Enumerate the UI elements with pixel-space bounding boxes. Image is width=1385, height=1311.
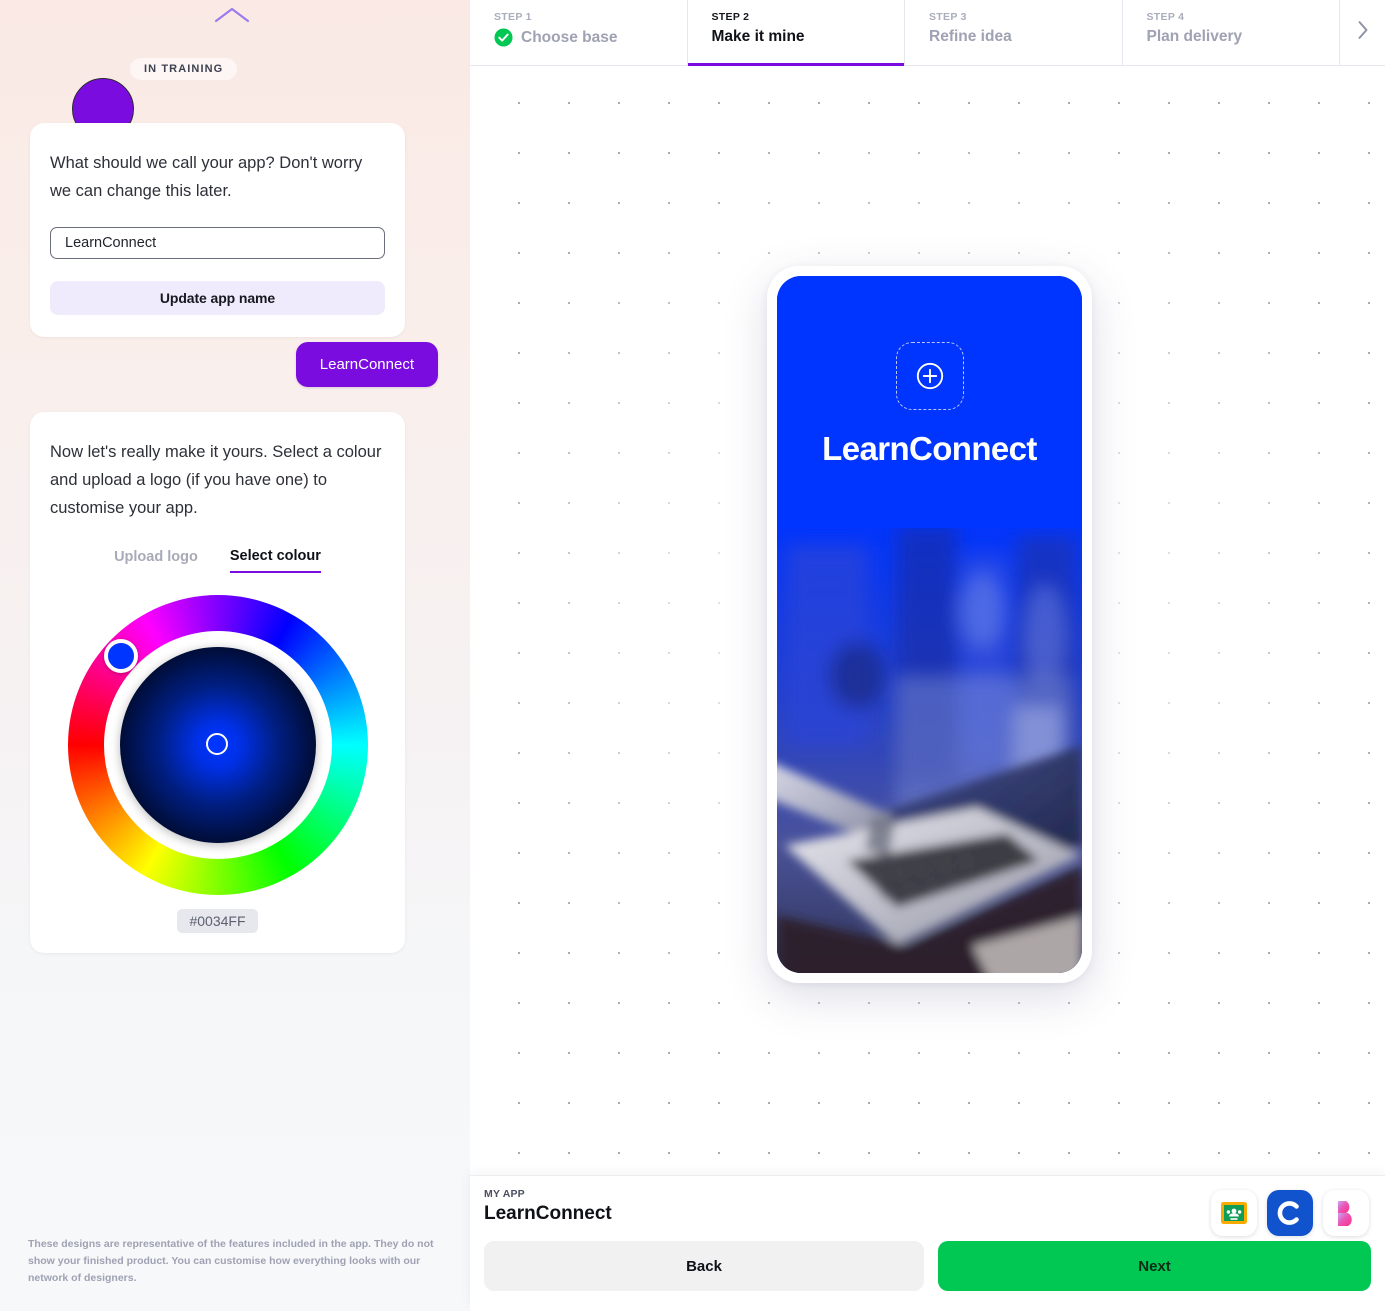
saturation-value-handle[interactable]	[205, 733, 228, 755]
integration-icons	[1211, 1190, 1369, 1236]
google-classroom-icon[interactable]	[1211, 1190, 1257, 1236]
chevron-right-icon	[1356, 19, 1370, 46]
logo-upload-dropzone[interactable]	[895, 342, 964, 410]
step-refine-idea[interactable]: STEP 3 Refine idea	[905, 0, 1123, 65]
tab-upload-logo[interactable]: Upload logo	[114, 548, 198, 573]
step-1-label-row: Choose base	[494, 28, 687, 47]
app-splash-header: LearnConnect	[777, 276, 1082, 528]
customise-card: Now let's really make it yours. Select a…	[30, 412, 405, 953]
chevron-up-icon[interactable]	[214, 6, 250, 24]
tab-select-colour[interactable]: Select colour	[229, 548, 321, 573]
step-2-number: STEP 2	[711, 11, 750, 23]
phone-screen: LearnConnect	[777, 276, 1082, 973]
plus-circle-icon	[915, 361, 945, 391]
step-4-label-row: Plan delivery	[1147, 28, 1340, 46]
step-plan-delivery[interactable]: STEP 4 Plan delivery	[1123, 0, 1340, 65]
step-choose-base[interactable]: STEP 1 Choose base	[470, 0, 688, 65]
app-name-prompt: What should we call your app? Don't worr…	[50, 154, 363, 200]
status-badge: IN TRAINING	[130, 58, 238, 80]
laptop-photo-illustration	[777, 528, 1082, 973]
nav-buttons: Back Next	[484, 1241, 1371, 1291]
preview-app-name: LearnConnect	[822, 430, 1037, 467]
check-circle-icon	[494, 28, 513, 47]
steps-next-button[interactable]	[1340, 0, 1385, 65]
app-name-input[interactable]	[50, 227, 385, 259]
colour-wheel[interactable]	[67, 595, 368, 895]
bottom-action-bar: MY APP LearnConnect Back Next	[470, 1175, 1385, 1311]
step-4-label: Plan delivery	[1146, 28, 1243, 45]
step-2-label: Make it mine	[711, 28, 805, 45]
user-message-bubble: LearnConnect	[295, 342, 438, 387]
app-name-card: What should we call your app? Don't worr…	[30, 123, 405, 337]
next-button[interactable]: Next	[938, 1241, 1371, 1291]
preview-canvas: LearnConnect	[470, 66, 1385, 1175]
step-navigation: STEP 1 Choose base STEP 2 Make it mine S…	[470, 0, 1385, 66]
phone-mockup: LearnConnect	[767, 266, 1092, 983]
customise-prompt: Now let's really make it yours. Select a…	[50, 443, 382, 517]
back-button[interactable]: Back	[484, 1241, 924, 1291]
preview-pane: STEP 1 Choose base STEP 2 Make it mine S…	[470, 0, 1385, 1311]
update-app-name-button[interactable]: Update app name	[50, 281, 385, 315]
disclaimer-text: These designs are representative of the …	[28, 1238, 434, 1284]
step-make-it-mine[interactable]: STEP 2 Make it mine	[687, 0, 905, 66]
step-1-label: Choose base	[521, 28, 618, 46]
step-4-number: STEP 4	[1146, 11, 1185, 23]
hue-handle[interactable]	[103, 639, 138, 673]
step-2-label-row: Make it mine	[712, 28, 905, 46]
step-3-label-row: Refine idea	[929, 28, 1122, 46]
step-3-number: STEP 3	[929, 11, 967, 23]
step-3-label: Refine idea	[929, 28, 1012, 45]
hex-value-chip: #0034FF	[177, 909, 258, 933]
canvas-icon[interactable]	[1267, 1190, 1313, 1236]
splash-photo	[777, 528, 1082, 973]
step-1-number: STEP 1	[494, 11, 532, 23]
blackboard-icon[interactable]	[1323, 1190, 1369, 1236]
assistant-sidebar: IN TRAINING What should we call your app…	[0, 0, 470, 1311]
customise-tabs: Upload logo Select colour	[50, 548, 385, 573]
